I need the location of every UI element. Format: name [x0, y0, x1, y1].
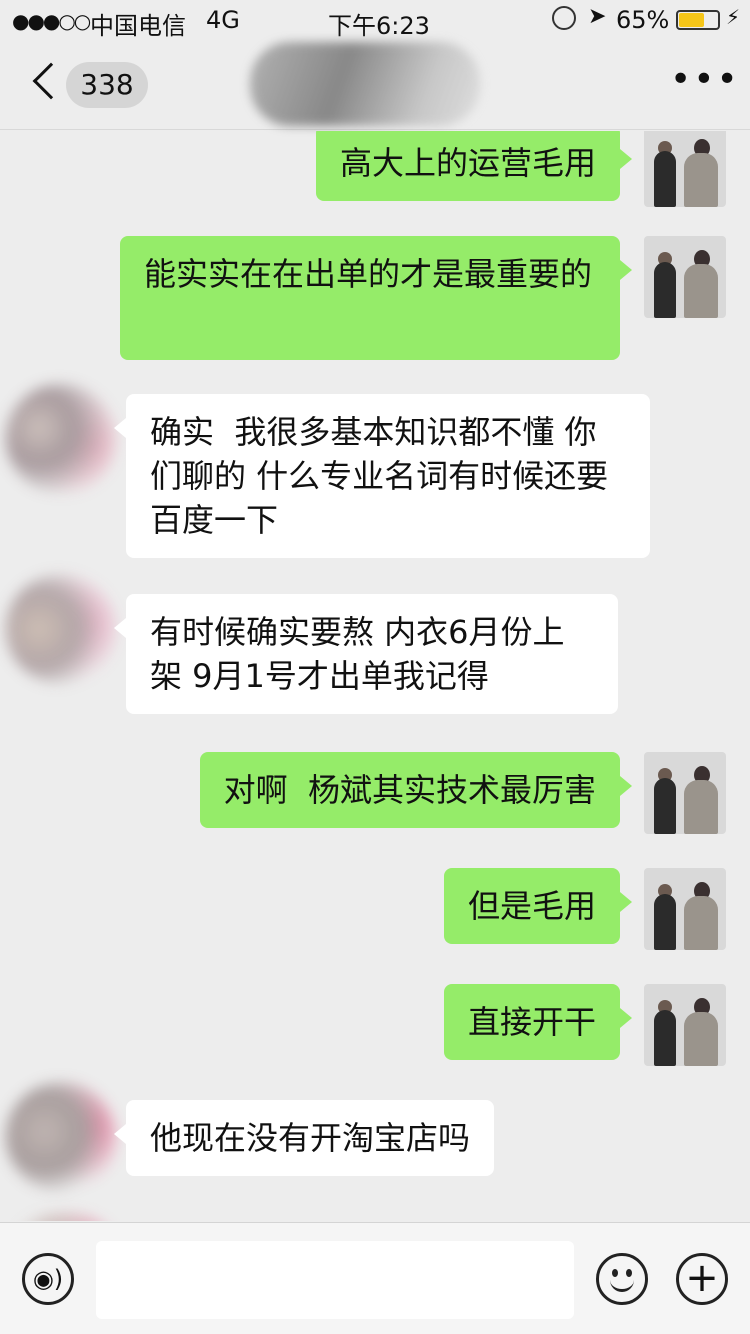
message-text: 高大上的运营毛用: [339, 144, 596, 182]
status-bar: ●●●○○ 中国电信 4G 下午6:23 ➤ 65% ⚡: [0, 0, 750, 40]
chat-nav-bar: 338 •••: [0, 40, 750, 130]
avatar-redacted[interactable]: [14, 1213, 114, 1221]
carrier-name: 中国电信: [90, 12, 186, 40]
chevron-left-icon[interactable]: [32, 62, 70, 100]
message-text: 他现在没有开淘宝店吗: [150, 1119, 471, 1157]
redacted-chat-title: [250, 42, 480, 126]
avatar-self[interactable]: [644, 236, 726, 318]
avatar-self[interactable]: [644, 868, 726, 950]
avatar-self[interactable]: [644, 752, 726, 834]
message-bubble-sent[interactable]: 但是毛用: [443, 868, 633, 944]
avatar-self[interactable]: [644, 984, 726, 1066]
emoji-icon[interactable]: [596, 1253, 648, 1305]
message-bubble-sent[interactable]: 能实实在在出单的才是最重要的: [120, 236, 632, 360]
message-text: 有时候确实要熬 内衣6月份上架 9月1号才出单我记得: [150, 613, 565, 695]
emoji-eye: [626, 1269, 632, 1277]
message-text: 确实 我很多基本知识都不懂 你们聊的 什么专业名词有时候还要百度一下: [150, 413, 609, 539]
message-bubble-sent[interactable]: 对啊 杨斌其实技术最厉害: [199, 752, 633, 828]
message-bubble-sent[interactable]: 直接开干: [443, 984, 633, 1060]
avatar-redacted[interactable]: [6, 384, 116, 494]
message-text: 能实实在在出单的才是最重要的: [144, 255, 593, 293]
rotation-lock-icon: [552, 6, 576, 30]
message-text: 但是毛用: [467, 887, 596, 925]
message-input[interactable]: [96, 1241, 574, 1319]
battery-icon: [676, 10, 720, 30]
message-bubble-received[interactable]: 确实 我很多基本知识都不懂 你们聊的 什么专业名词有时候还要百度一下: [114, 394, 650, 558]
message-input-bar: ◉) +: [0, 1222, 750, 1334]
message-text: 对啊 杨斌其实技术最厉害: [223, 771, 596, 809]
message-bubble-sent[interactable]: 高大上的运营毛用: [315, 131, 633, 201]
message-list[interactable]: 高大上的运营毛用 能实实在在出单的才是最重要的 确实 我很多基本知识都不懂 你们…: [0, 131, 750, 1221]
message-text: 直接开干: [467, 1003, 596, 1041]
message-bubble-received[interactable]: 有时候确实要熬 内衣6月份上架 9月1号才出单我记得: [114, 594, 618, 714]
emoji-eye: [612, 1269, 618, 1277]
unread-count-badge[interactable]: 338: [66, 62, 148, 108]
ellipsis-icon[interactable]: •••: [670, 62, 738, 100]
voice-icon[interactable]: ◉): [22, 1253, 74, 1305]
emoji-mouth: [610, 1280, 634, 1292]
avatar-self[interactable]: [644, 131, 726, 207]
status-time: 下午6:23: [328, 12, 430, 40]
plus-icon[interactable]: +: [676, 1253, 728, 1305]
message-bubble-received[interactable]: 他现在没有开淘宝店吗: [113, 1100, 495, 1176]
charging-bolt-icon: ⚡: [726, 5, 741, 29]
avatar-redacted[interactable]: [6, 1082, 116, 1192]
signal-strength-icon: ●●●○○: [12, 9, 91, 33]
battery-level-fill: [679, 13, 704, 27]
avatar-redacted[interactable]: [6, 574, 116, 684]
battery-percent: 65%: [616, 6, 670, 34]
location-arrow-icon: ➤: [588, 4, 607, 29]
network-type: 4G: [206, 6, 240, 34]
